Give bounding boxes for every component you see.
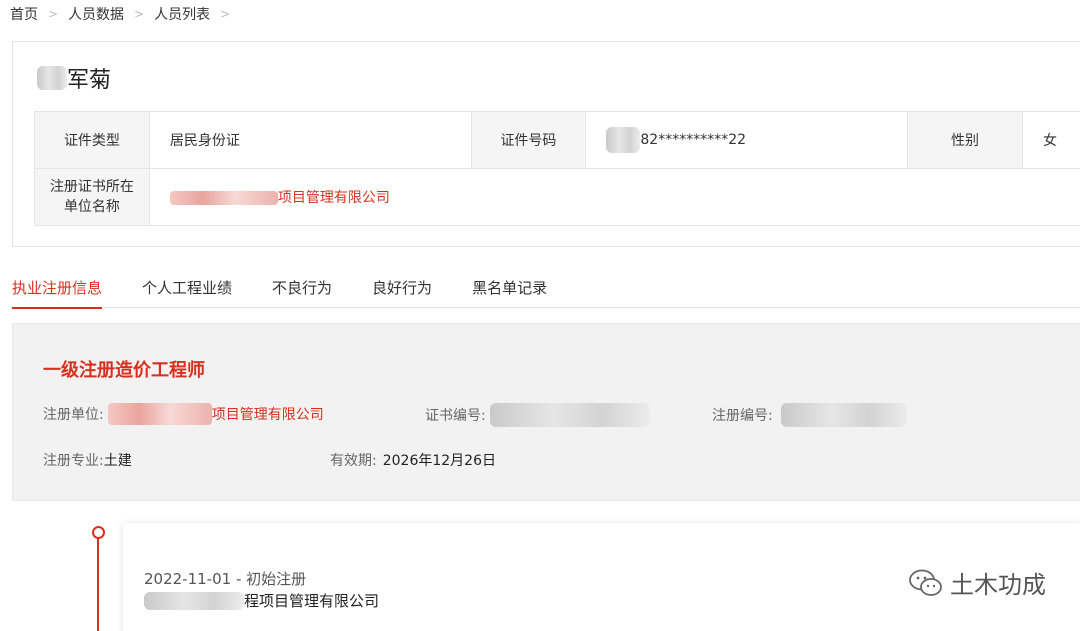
gender-label: 性别 [907,111,1023,169]
tab-personal-performance[interactable]: 个人工程业绩 [142,270,232,308]
gender-value: 女 [1021,111,1080,169]
redacted-name [37,66,67,90]
tab-bar: 执业注册信息 个人工程业绩 不良行为 良好行为 黑名单记录 [12,270,1080,309]
reg-unit-value[interactable]: 项目管理有限公司 [212,404,324,424]
timeline-company-text: 程项目管理有限公司 [244,592,380,610]
table-row: 注册证书所在单位名称 项目管理有限公司 [34,168,1080,226]
registration-title: 一级注册造价工程师 [43,360,205,381]
id-no-cell: 82**********22 [585,111,909,169]
major-value: 土建 [103,453,132,469]
timeline-dot-icon [92,526,105,539]
redacted-reg-unit [107,403,212,425]
timeline-line [97,537,99,631]
tab-bad-behavior[interactable]: 不良行为 [272,270,332,308]
registration-panel: 一级注册造价工程师 注册单位: 项目管理有限公司 证书编号: 注册编号: 注册专… [12,323,1080,501]
major-field: 注册专业: 土建 [43,450,132,470]
tab-blacklist[interactable]: 黑名单记录 [472,270,547,308]
person-name-text: 军菊 [67,68,112,93]
valid-value: 2026年12月26日 [382,453,496,469]
id-type-value: 居民身份证 [148,111,472,169]
major-label: 注册专业: [43,453,104,469]
person-name: 军菊 [37,63,111,93]
tab-good-behavior[interactable]: 良好行为 [372,270,432,308]
person-info-card: 军菊 证件类型 居民身份证 证件号码 82**********22 性别 女 注… [12,41,1080,247]
watermark-text: 土木功成 [950,571,1046,599]
breadcrumb-home[interactable]: 首页 [10,4,38,24]
timeline-date-event: 2022-11-01 - 初始注册 [144,570,307,588]
redacted-timeline-company [144,591,244,610]
cert-no-field: 证书编号: [425,403,650,427]
chevron-right-icon: > [134,7,145,21]
tab-practice-registration[interactable]: 执业注册信息 [12,270,103,309]
breadcrumb-person-data[interactable]: 人员数据 [68,4,124,24]
reg-unit-label: 注册单位: [43,407,104,423]
breadcrumb: 首页 > 人员数据 > 人员列表 > [10,4,240,24]
id-no-value: 82**********22 [640,132,747,148]
breadcrumb-person-list[interactable]: 人员列表 [154,4,210,24]
chevron-right-icon: > [220,7,231,21]
unit-cell: 项目管理有限公司 [148,168,1080,226]
wechat-icon [909,569,942,596]
unit-value[interactable]: 项目管理有限公司 [278,190,390,206]
reg-no-label: 注册编号: [712,408,773,424]
redacted-reg-no [780,403,907,427]
reg-unit-field: 注册单位: 项目管理有限公司 [43,403,324,425]
unit-label: 注册证书所在单位名称 [34,168,150,226]
id-no-label: 证件号码 [470,111,587,169]
id-type-label: 证件类型 [34,111,150,169]
valid-field: 有效期: 2026年12月26日 [330,450,496,470]
redacted-id-prefix [606,127,641,153]
redacted-unit-prefix [169,191,278,205]
cert-no-label: 证书编号: [425,408,486,424]
person-info-table: 证件类型 居民身份证 证件号码 82**********22 性别 女 注册证书… [34,111,1080,226]
table-row: 证件类型 居民身份证 证件号码 82**********22 性别 女 [34,111,1080,169]
redacted-cert-no [489,403,650,427]
watermark: 土木功成 [908,565,1046,600]
timeline-company: 程项目管理有限公司 [144,590,379,611]
chevron-right-icon: > [48,7,59,21]
reg-no-field: 注册编号: [712,403,907,427]
valid-label: 有效期: [330,453,377,469]
